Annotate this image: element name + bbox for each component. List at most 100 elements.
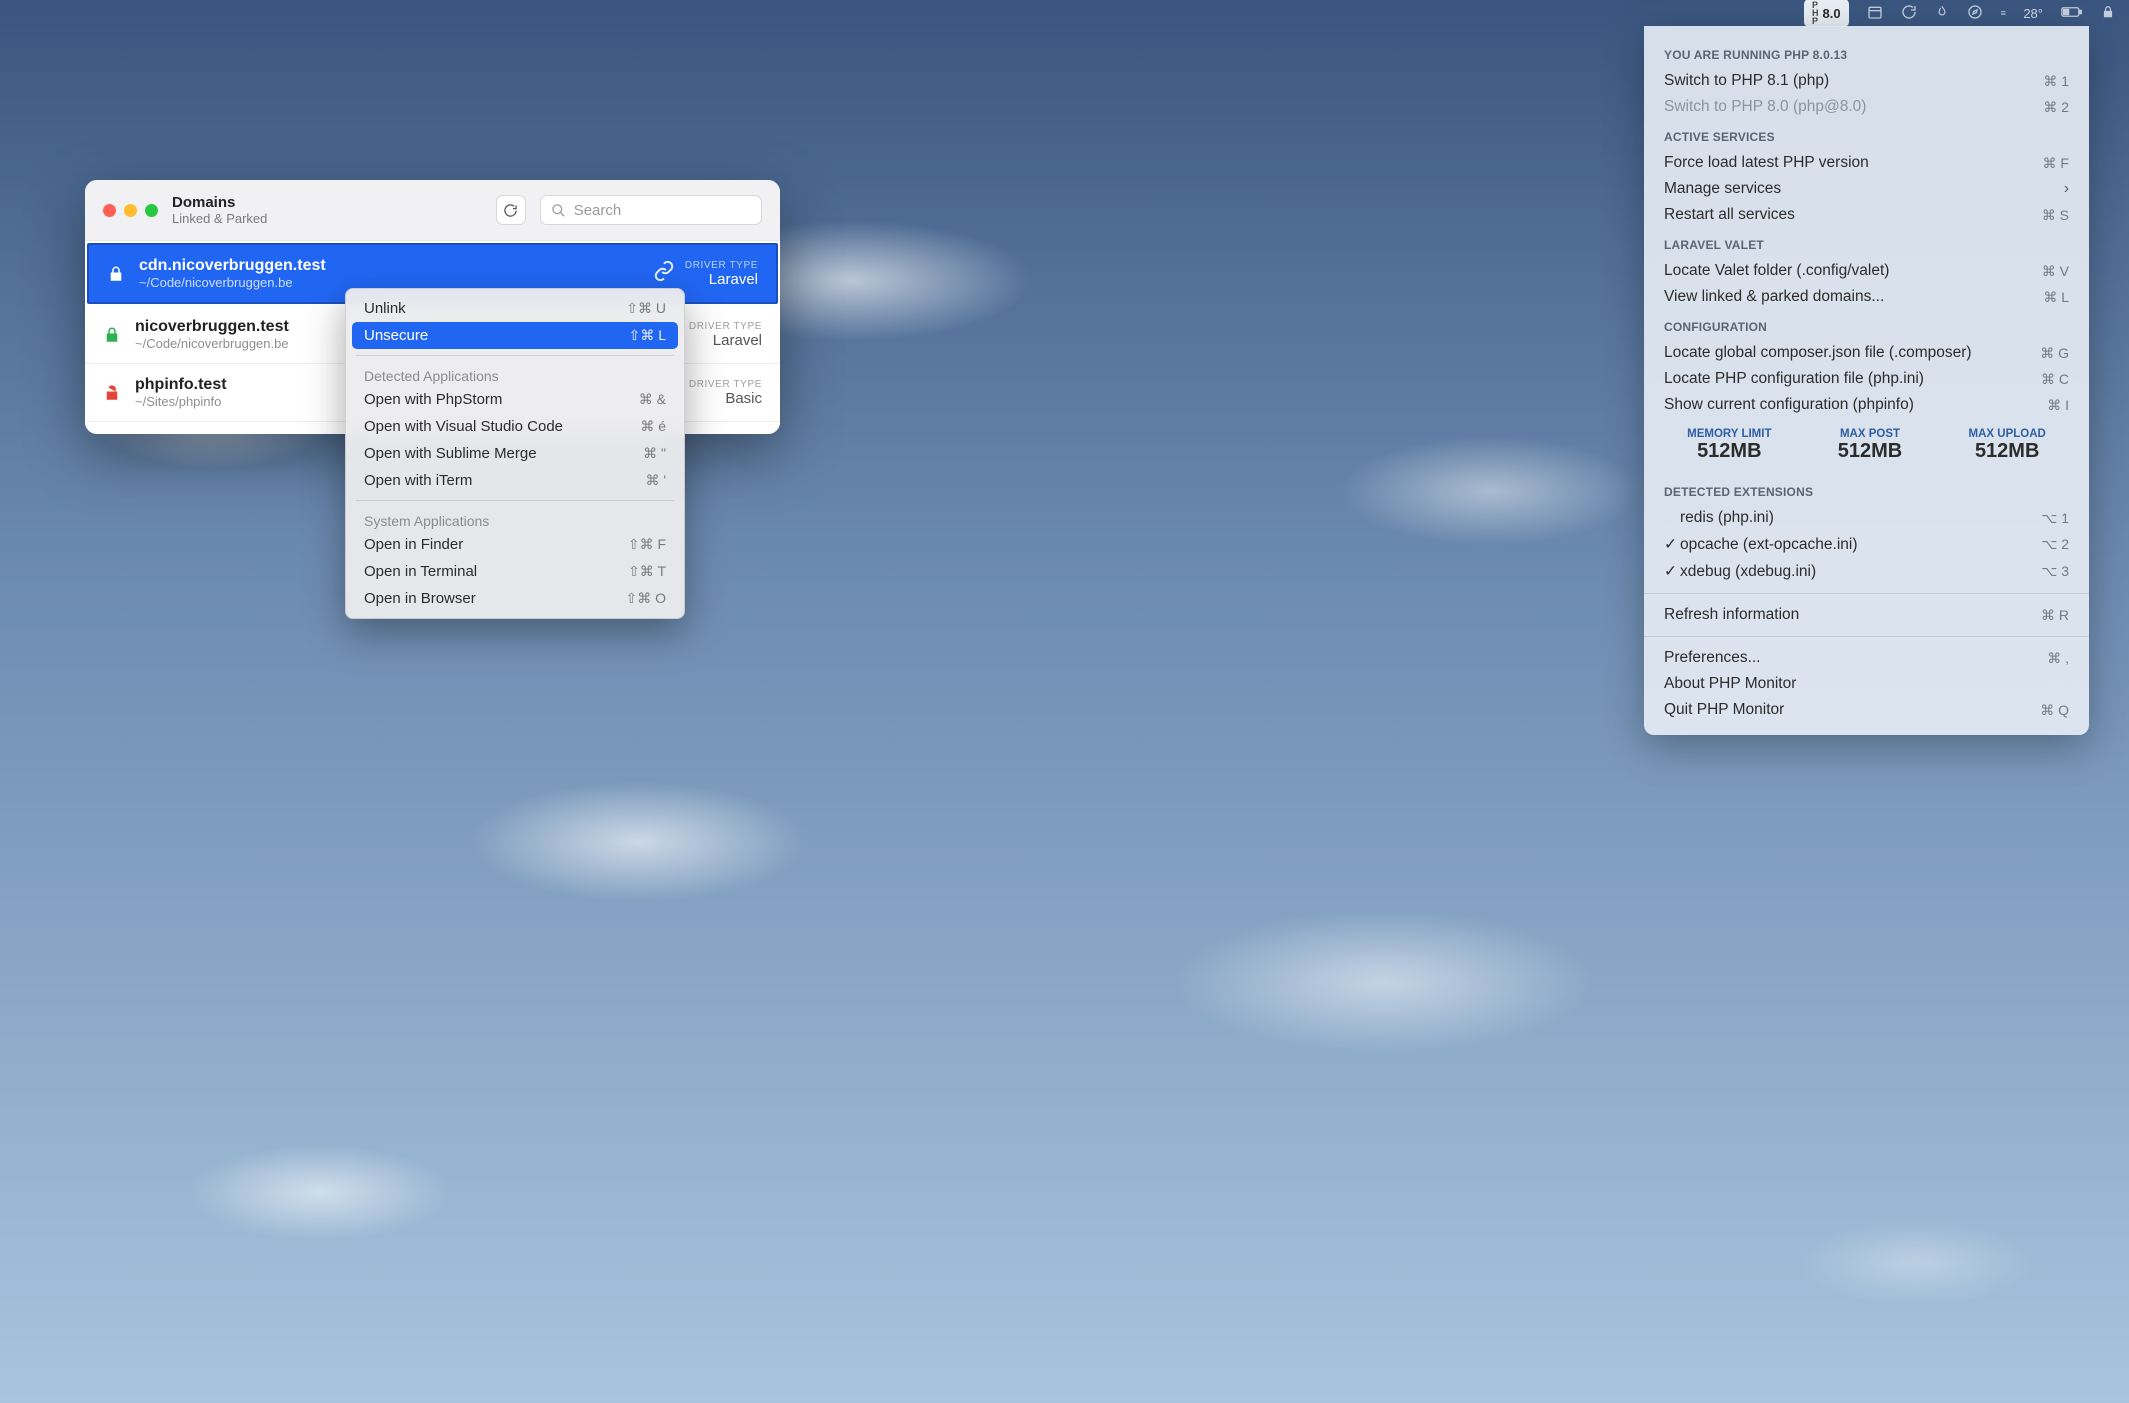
ctx-open-phpstorm[interactable]: Open with PhpStorm ⌘ & bbox=[352, 386, 678, 413]
menu-shortcut: ⌘ 1 bbox=[2043, 73, 2069, 90]
macos-menubar: PHP 8.0 ≡ 28° bbox=[1790, 0, 2129, 26]
ctx-section-detected: Detected Applications bbox=[352, 362, 678, 386]
menu-shortcut: ⌘ , bbox=[2047, 650, 2069, 667]
ctx-shortcut: ⌘ ' bbox=[645, 472, 666, 489]
ext-xdebug[interactable]: ✓ xdebug (xdebug.ini) ⌥ 3 bbox=[1644, 558, 2089, 585]
search-placeholder: Search bbox=[574, 202, 622, 219]
menu-shortcut: ⌘ V bbox=[2042, 263, 2069, 280]
php-version-menubar-item[interactable]: PHP 8.0 bbox=[1804, 0, 1849, 27]
running-version-header: YOU ARE RUNNING PHP 8.0.13 bbox=[1644, 38, 2089, 68]
memory-limit-block: MEMORY LIMIT 512MB bbox=[1687, 428, 1771, 463]
driver-type-label: DRIVER TYPE bbox=[689, 321, 762, 332]
ext-shortcut: ⌥ 3 bbox=[2041, 563, 2069, 580]
cpu-meter-icon[interactable]: ≡ bbox=[2001, 8, 2006, 18]
max-upload-block: MAX UPLOAD 512MB bbox=[1969, 428, 2046, 463]
ctx-label: Open with PhpStorm bbox=[364, 391, 502, 408]
refresh-info[interactable]: Refresh information ⌘ R bbox=[1644, 602, 2089, 628]
menu-shortcut: ⌘ F bbox=[2043, 155, 2069, 172]
temperature-readout[interactable]: 28° bbox=[2023, 6, 2043, 21]
restart-services[interactable]: Restart all services ⌘ S bbox=[1644, 202, 2089, 228]
driver-info: DRIVER TYPE Laravel bbox=[689, 321, 762, 349]
locate-valet-folder[interactable]: Locate Valet folder (.config/valet) ⌘ V bbox=[1644, 258, 2089, 284]
ctx-label: Unsecure bbox=[364, 327, 428, 344]
menu-item-label: Force load latest PHP version bbox=[1664, 154, 1869, 172]
ext-shortcut: ⌥ 1 bbox=[2041, 510, 2069, 527]
about[interactable]: About PHP Monitor bbox=[1644, 671, 2089, 697]
ctx-open-iterm[interactable]: Open with iTerm ⌘ ' bbox=[352, 467, 678, 494]
ctx-label: Open with iTerm bbox=[364, 472, 472, 489]
lock-menubar-icon[interactable] bbox=[2101, 5, 2115, 22]
ctx-open-sublime[interactable]: Open with Sublime Merge ⌘ " bbox=[352, 440, 678, 467]
menu-shortcut: ⌘ S bbox=[2042, 207, 2069, 224]
menu-item-label: View linked & parked domains... bbox=[1664, 288, 1884, 306]
domain-info: cdn.nicoverbruggen.test ~/Code/nicoverbr… bbox=[139, 257, 653, 290]
separator bbox=[356, 355, 674, 356]
menu-item-label: Locate PHP configuration file (php.ini) bbox=[1664, 370, 1924, 388]
view-domains[interactable]: View linked & parked domains... ⌘ L bbox=[1644, 284, 2089, 310]
ctx-open-finder[interactable]: Open in Finder ⇧⌘ F bbox=[352, 531, 678, 558]
minimize-button[interactable] bbox=[124, 204, 137, 217]
battery-icon[interactable] bbox=[2061, 5, 2083, 21]
switch-php-80: Switch to PHP 8.0 (php@8.0) ⌘ 2 bbox=[1644, 94, 2089, 120]
driver-type-value: Basic bbox=[689, 390, 762, 407]
ctx-shortcut: ⇧⌘ F bbox=[628, 536, 666, 553]
menu-item-label: About PHP Monitor bbox=[1664, 675, 1796, 693]
checkmark-icon: ✓ bbox=[1664, 535, 1680, 554]
window-titlebar[interactable]: Domains Linked & Parked Search bbox=[85, 180, 780, 241]
menu-item-label: Restart all services bbox=[1664, 206, 1795, 224]
menu-item-label: Switch to PHP 8.1 (php) bbox=[1664, 72, 1829, 90]
ctx-open-vscode[interactable]: Open with Visual Studio Code ⌘ é bbox=[352, 413, 678, 440]
ctx-shortcut: ⇧⌘ T bbox=[628, 563, 666, 580]
menu-item-label: Manage services bbox=[1664, 180, 1781, 198]
menu-item-label: Locate global composer.json file (.compo… bbox=[1664, 344, 1972, 362]
manage-services[interactable]: Manage services › bbox=[1644, 176, 2089, 202]
ctx-shortcut: ⌘ & bbox=[639, 391, 666, 408]
driver-info: DRIVER TYPE Basic bbox=[689, 379, 762, 407]
ctx-shortcut: ⌘ é bbox=[640, 418, 666, 435]
driver-type-value: Laravel bbox=[689, 332, 762, 349]
ctx-shortcut: ⇧⌘ O bbox=[625, 590, 666, 607]
separator bbox=[356, 500, 674, 501]
search-input[interactable]: Search bbox=[540, 195, 762, 225]
reload-button[interactable] bbox=[496, 195, 526, 225]
ext-label: opcache (ext-opcache.ini) bbox=[1680, 536, 1858, 554]
preferences[interactable]: Preferences... ⌘ , bbox=[1644, 645, 2089, 671]
locate-composer[interactable]: Locate global composer.json file (.compo… bbox=[1644, 340, 2089, 366]
max-upload-label: MAX UPLOAD bbox=[1969, 428, 2046, 440]
close-button[interactable] bbox=[103, 204, 116, 217]
force-load-php[interactable]: Force load latest PHP version ⌘ F bbox=[1644, 150, 2089, 176]
calendar-icon[interactable] bbox=[1867, 4, 1883, 23]
menu-shortcut: ⌘ L bbox=[2043, 289, 2069, 306]
show-phpinfo[interactable]: Show current configuration (phpinfo) ⌘ I bbox=[1644, 392, 2089, 418]
menu-shortcut: ⌘ C bbox=[2041, 371, 2069, 388]
menu-shortcut: ⌘ 2 bbox=[2043, 99, 2069, 116]
max-post-label: MAX POST bbox=[1838, 428, 1902, 440]
php-monitor-dropdown: YOU ARE RUNNING PHP 8.0.13 Switch to PHP… bbox=[1644, 26, 2089, 735]
configuration-header: CONFIGURATION bbox=[1644, 310, 2089, 340]
quit[interactable]: Quit PHP Monitor ⌘ Q bbox=[1644, 697, 2089, 723]
ctx-label: Open in Terminal bbox=[364, 563, 477, 580]
context-menu: Unlink ⇧⌘ U Unsecure ⇧⌘ L Detected Appli… bbox=[345, 288, 685, 619]
locate-php-ini[interactable]: Locate PHP configuration file (php.ini) … bbox=[1644, 366, 2089, 392]
ctx-open-browser[interactable]: Open in Browser ⇧⌘ O bbox=[352, 585, 678, 612]
compass-icon[interactable] bbox=[1967, 4, 1983, 23]
ctx-unlink[interactable]: Unlink ⇧⌘ U bbox=[352, 295, 678, 322]
switch-php-81[interactable]: Switch to PHP 8.1 (php) ⌘ 1 bbox=[1644, 68, 2089, 94]
refresh-icon[interactable] bbox=[1901, 4, 1917, 23]
flame-icon[interactable] bbox=[1935, 4, 1949, 23]
ctx-open-terminal[interactable]: Open in Terminal ⇧⌘ T bbox=[352, 558, 678, 585]
max-post-block: MAX POST 512MB bbox=[1838, 428, 1902, 463]
lock-icon bbox=[103, 325, 125, 345]
maximize-button[interactable] bbox=[145, 204, 158, 217]
window-title-wrap: Domains Linked & Parked bbox=[172, 194, 267, 226]
checkmark-icon: ✓ bbox=[1664, 562, 1680, 581]
ext-opcache[interactable]: ✓ opcache (ext-opcache.ini) ⌥ 2 bbox=[1644, 531, 2089, 558]
ctx-label: Open with Sublime Merge bbox=[364, 445, 537, 462]
menu-item-label: Preferences... bbox=[1664, 649, 1761, 667]
php-version-text: 8.0 bbox=[1822, 6, 1840, 21]
ctx-unsecure[interactable]: Unsecure ⇧⌘ L bbox=[352, 322, 678, 349]
ext-redis[interactable]: redis (php.ini) ⌥ 1 bbox=[1644, 505, 2089, 531]
ctx-section-system: System Applications bbox=[352, 507, 678, 531]
reload-icon bbox=[503, 203, 518, 218]
ctx-shortcut: ⇧⌘ L bbox=[629, 327, 666, 344]
